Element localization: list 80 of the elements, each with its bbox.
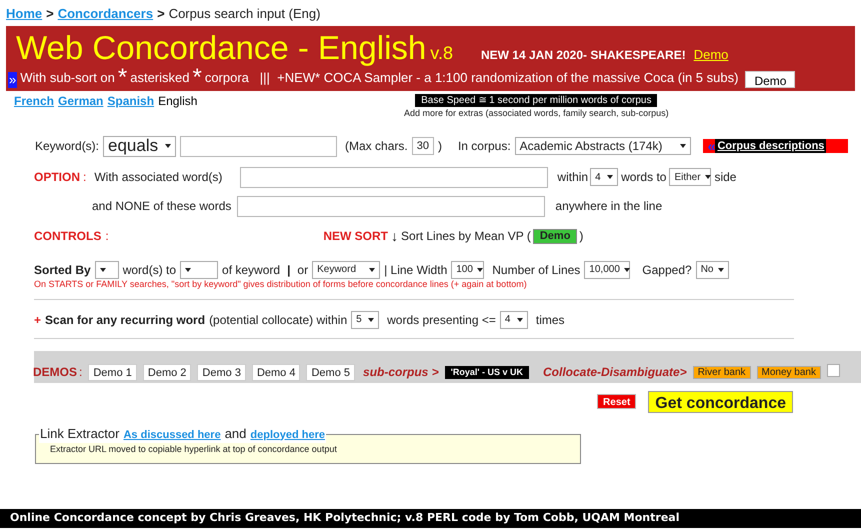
sort-dropdown[interactable]: Keyword <box>312 260 380 278</box>
lines-dropdown[interactable]: 10,000 <box>584 260 630 278</box>
reset-button[interactable]: Reset <box>597 394 636 409</box>
get-concordance-button[interactable]: Get concordance <box>648 390 793 412</box>
promo-text: corpora ||| +NEW* COCA Sampler - a 1:100 randomization of the massive Coca (in 5 subs) <box>204 69 738 87</box>
speed-note: Add more for extras (associated words, family search, sub-corpus) <box>404 106 669 118</box>
news-demo-link[interactable]: Demo <box>694 44 728 64</box>
link-extractor-title: Link Extractor <box>40 426 120 440</box>
news-text: NEW 14 JAN 2020- SHAKESPEARE! <box>480 46 686 64</box>
line-width-label: | Line Width <box>384 262 448 278</box>
max-chars-field[interactable]: 30 <box>412 137 434 155</box>
down-arrow-icon: ↓ <box>391 226 398 246</box>
presenting-label: words presenting <= <box>387 312 496 328</box>
sorted-by-label: Sorted By <box>34 262 91 278</box>
max-chars-label: (Max chars. <box>345 138 408 155</box>
promo-text: asterisked <box>130 69 190 87</box>
plus-icon: + <box>34 310 42 328</box>
footer-text: Online Concordance concept by Chris Greaves, HK Polytechnic; v.8 PERL code by Tom Cobb, UQAM Montreal <box>10 510 680 526</box>
extractor-note: Extractor URL moved to copiable hyperlink at top of concordance output <box>50 444 338 454</box>
within-dropdown[interactable]: 4 <box>590 168 618 186</box>
scan-text: (potential collocate) within <box>209 312 348 328</box>
breadcrumb-separator: > <box>157 5 165 23</box>
demos-label: DEMOS <box>33 364 78 380</box>
sub-corpus-label: sub-corpus > <box>363 364 439 380</box>
version-label: v.8 <box>430 42 453 64</box>
colon: : <box>105 228 110 245</box>
option-label: OPTION <box>34 169 80 186</box>
sort-demo-button[interactable]: Demo <box>532 228 578 244</box>
times-label: times <box>536 312 565 328</box>
anywhere-label: anywhere in the line <box>555 198 662 215</box>
side-label: side <box>714 169 736 186</box>
scan-within-dropdown[interactable]: 5 <box>351 310 380 328</box>
bank-button[interactable]: River bank <box>692 366 751 378</box>
gapped-dropdown[interactable]: No <box>696 260 729 278</box>
colon: : <box>79 364 82 380</box>
new-sort-label: NEW SORT <box>323 228 388 245</box>
keyword-label: Keyword(s): <box>35 138 100 155</box>
demo-button[interactable]: Demo 2 <box>142 364 192 380</box>
match-dropdown[interactable]: equals <box>103 136 176 156</box>
site-title: Web Concordance - English <box>16 28 426 68</box>
promo-text: With sub-sort on <box>20 69 115 87</box>
words-to-label: words to <box>621 169 666 186</box>
separator: | <box>287 262 290 278</box>
corpus-descriptions-link[interactable]: «Corpus descriptions <box>702 139 848 153</box>
asterisk: * <box>118 68 128 88</box>
words-to-label: word(s) to <box>122 262 176 278</box>
bank-button[interactable]: Money bank <box>756 366 821 378</box>
breadcrumb-separator: > <box>46 5 54 23</box>
speed-badge: Base Speed ≅ 1 second per million words of corpus <box>415 94 658 106</box>
language-current: English <box>158 92 198 110</box>
within-label: within <box>557 169 588 186</box>
times-dropdown[interactable]: 4 <box>500 310 528 328</box>
associated-words-label: With associated word(s) <box>94 169 222 186</box>
of-keyword-label: of keyword <box>222 262 280 278</box>
max-chars-close: ) <box>438 138 442 155</box>
marker-icon: » <box>8 72 18 88</box>
controls-label: CONTROLS <box>34 228 102 245</box>
or-label: or <box>297 262 308 278</box>
sort-vp-label: Sort Lines by Mean VP ( <box>401 228 531 245</box>
demo-button[interactable]: Demo 4 <box>252 364 300 380</box>
collocate-label: Collocate-Disambiguate> <box>543 364 687 380</box>
royal-us-uk-button[interactable]: 'Royal' - US v UK <box>444 366 529 378</box>
gapped-label: Gapped? <box>642 262 692 278</box>
line-width-dropdown[interactable]: 100 <box>451 260 484 278</box>
and-label: and <box>224 426 246 440</box>
demo-button[interactable]: Demo 3 <box>197 364 246 380</box>
number-of-lines-label: Number of Lines <box>492 262 580 278</box>
corpus-dropdown[interactable]: Academic Abstracts (174k) <box>514 137 691 155</box>
demo-button[interactable]: Demo <box>745 70 796 88</box>
demo-button[interactable]: Demo 1 <box>88 364 137 380</box>
colon: : <box>83 169 86 186</box>
breadcrumb-current: Corpus search input (Eng) <box>168 5 320 23</box>
asterisk: * <box>192 68 202 88</box>
none-words-label: and NONE of these words <box>92 198 232 215</box>
scan-label: Scan for any recurring word <box>45 312 206 328</box>
sort-note: On STARTS or FAMILY searches, "sort by keyword" gives distribution of forms before concordance lines (+ again at bottom) <box>33 278 528 290</box>
corpus-label: In corpus: <box>458 138 511 155</box>
demo-button[interactable]: Demo 5 <box>306 364 356 380</box>
paren-close: ) <box>579 228 584 245</box>
side-dropdown[interactable]: Either <box>669 168 712 186</box>
